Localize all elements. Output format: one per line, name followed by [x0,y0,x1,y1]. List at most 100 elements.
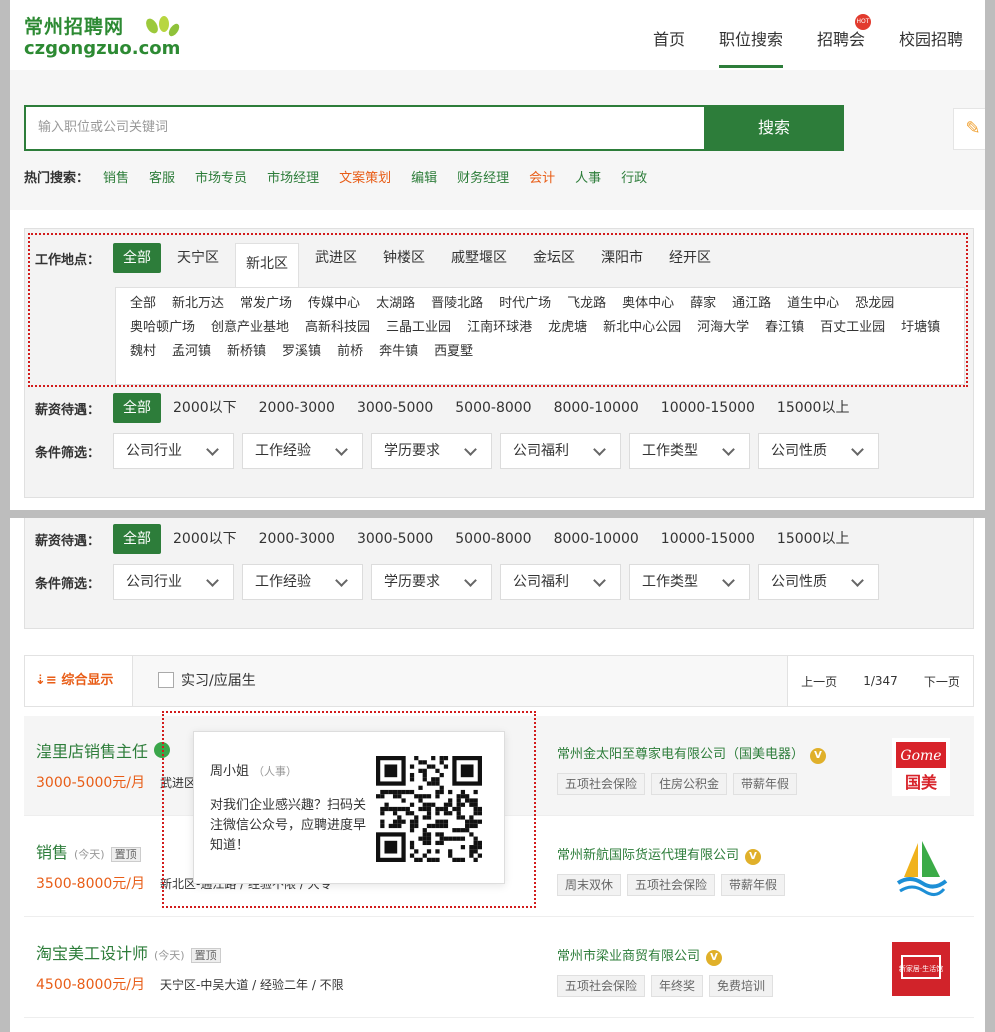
salary-option[interactable]: 5000-8000 [445,524,541,554]
benefit-tags: 五项社会保险 年终奖 免费培训 [557,975,774,997]
condition-label: 条件筛选： [35,576,101,592]
leaf-icon [146,16,180,37]
prev-page-button[interactable]: 上一页 [801,673,837,690]
next-page-button[interactable]: 下一页 [924,673,960,690]
job-meta: 天宁区-中吴大道 / 经验二年 / 不限 [160,978,344,992]
job-title[interactable]: 销售 (今天) 置顶 [36,839,141,863]
xinjiaju-logo[interactable]: 新家居·生活馆 [890,938,952,1000]
condition-dropdown[interactable]: 公司福利 [500,433,621,469]
salary-option[interactable]: 2000-3000 [249,524,345,554]
hot-search-term[interactable]: 会计 [529,167,555,186]
verified-icon: V [745,849,762,865]
edit-icon[interactable]: ✎ [953,108,985,150]
salary-option[interactable]: 15000以上 [767,393,860,423]
search-button[interactable]: 搜索 [704,105,844,151]
job-title-text: 湟里店销售主任 [36,742,149,761]
main-nav: 首页 职位搜索 招聘会 HOT 校园招聘 [653,14,963,68]
page-indicator: 1/347 [863,674,898,688]
job-title-text: 销售 [36,843,69,862]
company-name[interactable]: 常州新航国际货运代理有限公司 V [557,844,762,865]
salary-option[interactable]: 2000以下 [163,393,247,423]
job-title[interactable]: 淘宝美工设计师 (今天) 置顶 [36,940,221,964]
salary-option[interactable]: 8000-10000 [544,393,649,423]
svg-text:国美: 国美 [905,773,938,792]
condition-dropdown[interactable]: 学历要求 [371,564,492,600]
hot-search-term[interactable]: 客服 [149,167,175,186]
verified-icon: V [810,748,827,764]
pinned-badge: 置顶 [190,948,221,963]
benefit-tags: 周末双休 五项社会保险 带薪年假 [557,874,786,896]
gome-logo[interactable]: Gome 国美 [890,736,952,798]
company-name[interactable]: 常州金太阳至尊家电有限公司（国美电器） V [557,743,827,764]
pager: 上一页 1/347 下一页 [787,656,973,706]
condition-dropdown[interactable]: 公司行业 [113,564,234,600]
condition-dropdown[interactable]: 工作经验 [242,433,363,469]
salary-option[interactable]: 10000-15000 [651,393,765,423]
salary-label: 薪资待遇： [35,402,101,418]
hot-search-term[interactable]: 市场专员 [195,167,247,186]
intern-label: 实习/应届生 [181,673,256,689]
salary-label: 薪资待遇： [35,533,101,549]
salary-option[interactable]: 全部 [113,393,161,423]
company-name-text: 常州金太阳至尊家电有限公司（国美电器） [557,747,805,762]
condition-dropdown[interactable]: 工作经验 [242,564,363,600]
benefit-tag: 周末双休 [557,874,622,896]
company-name[interactable]: 常州市梁业商贸有限公司 V [557,945,723,966]
salary-option[interactable]: 3000-5000 [347,393,443,423]
hot-search-term[interactable]: 销售 [103,167,129,186]
benefit-tag: 带薪年假 [733,773,798,795]
benefit-tag: 免费培训 [709,975,774,997]
condition-row: 条件筛选： 公司行业 工作经验 学历要求 公司福利 工作类型 公司性质 [35,432,887,470]
condition-dropdown[interactable]: 公司性质 [758,433,879,469]
condition-dropdown[interactable]: 公司性质 [758,564,879,600]
condition-dropdown[interactable]: 公司行业 [113,433,234,469]
hot-search-term[interactable]: 编辑 [411,167,437,186]
salary-option[interactable]: 3000-5000 [347,524,443,554]
sort-button[interactable]: ⇣≡ 综合显示 [25,656,133,706]
salary-option[interactable]: 8000-10000 [544,524,649,554]
nav-job-search[interactable]: 职位搜索 [718,26,783,68]
hot-search-term[interactable]: 行政 [621,167,647,186]
salary-option[interactable]: 全部 [113,524,161,554]
benefit-tag: 年终奖 [651,975,704,997]
hot-search-label: 热门搜索： [24,171,90,186]
site-logo[interactable]: 常州招聘网 czgongzuo.com [24,16,184,66]
intern-checkbox[interactable] [158,672,174,688]
highlight-box-location [28,233,968,387]
sort-icon: ⇣≡ [35,673,62,688]
svg-text:Gome: Gome [900,748,941,764]
job-title[interactable]: 湟里店销售主任 [36,738,171,762]
salary-option[interactable]: 2000以下 [163,524,247,554]
salary-option[interactable]: 2000-3000 [249,393,345,423]
condition-dropdown[interactable]: 工作类型 [629,433,750,469]
condition-dropdown[interactable]: 公司福利 [500,564,621,600]
company-name-text: 常州新航国际货运代理有限公司 [557,848,740,863]
top-screenshot-panel: 常州招聘网 czgongzuo.com 首页 职位搜索 招聘会 HOT 校园招聘 … [10,0,985,510]
condition-dropdown[interactable]: 学历要求 [371,433,492,469]
job-salary: 4500-8000元/月 [36,977,146,993]
salary-option[interactable]: 10000-15000 [651,524,765,554]
condition-dropdown[interactable]: 工作类型 [629,564,750,600]
benefit-tag: 住房公积金 [651,773,728,795]
job-salary: 3000-5000元/月 [36,775,146,791]
hot-search-term[interactable]: 市场经理 [267,167,319,186]
salary-option[interactable]: 5000-8000 [445,393,541,423]
benefit-tag: 带薪年假 [721,874,786,896]
hot-badge: HOT [854,14,871,30]
hot-search-term[interactable]: 人事 [575,167,601,186]
benefit-tags: 五项社会保险 住房公积金 带薪年假 [557,773,798,795]
sailboat-logo[interactable] [890,837,952,899]
salary-option[interactable]: 15000以上 [767,524,860,554]
nav-home[interactable]: 首页 [653,26,685,68]
nav-job-fair-label: 招聘会 [816,30,865,49]
salary-row: 薪资待遇： 全部 2000以下 2000-3000 3000-5000 5000-800… [35,391,861,425]
company-name-text: 常州市梁业商贸有限公司 [557,949,701,964]
nav-job-fair[interactable]: 招聘会 HOT [816,14,871,68]
filter-panel-repeat: 薪资待遇： 全部 2000以下 2000-3000 3000-5000 5000-800… [24,518,974,629]
posted-date: (今天) [74,848,105,861]
search-input[interactable]: 输入职位或公司关键词 [24,105,704,151]
hot-search-term[interactable]: 财务经理 [457,167,509,186]
nav-campus[interactable]: 校园招聘 [899,26,963,68]
job-row[interactable]: 淘宝美工设计师 (今天) 置顶 4500-8000元/月 天宁区-中吴大道 / 经验… [24,918,974,1018]
hot-search-term[interactable]: 文案策划 [339,167,391,186]
